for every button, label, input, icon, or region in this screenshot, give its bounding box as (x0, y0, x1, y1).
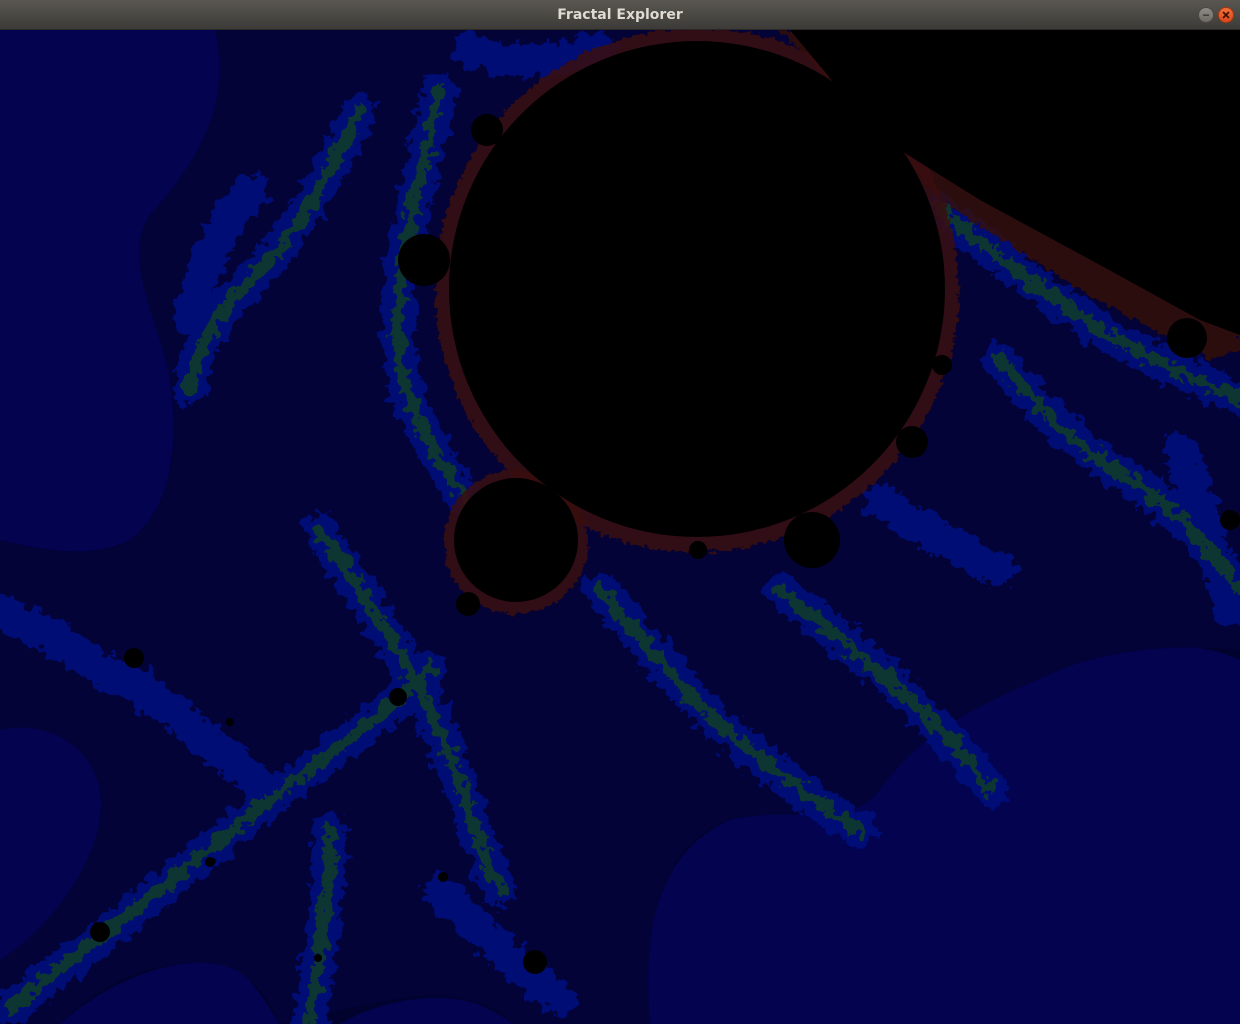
window-title: Fractal Explorer (557, 7, 683, 23)
minimize-button[interactable] (1198, 7, 1214, 23)
title-bar[interactable]: Fractal Explorer (0, 0, 1240, 30)
minimize-icon (1203, 14, 1209, 16)
fractal-image (0, 30, 1240, 1024)
close-icon (1222, 11, 1230, 19)
close-button[interactable] (1218, 7, 1234, 23)
fractal-canvas[interactable] (0, 30, 1240, 1024)
app-window: Fractal Explorer (0, 0, 1240, 1024)
